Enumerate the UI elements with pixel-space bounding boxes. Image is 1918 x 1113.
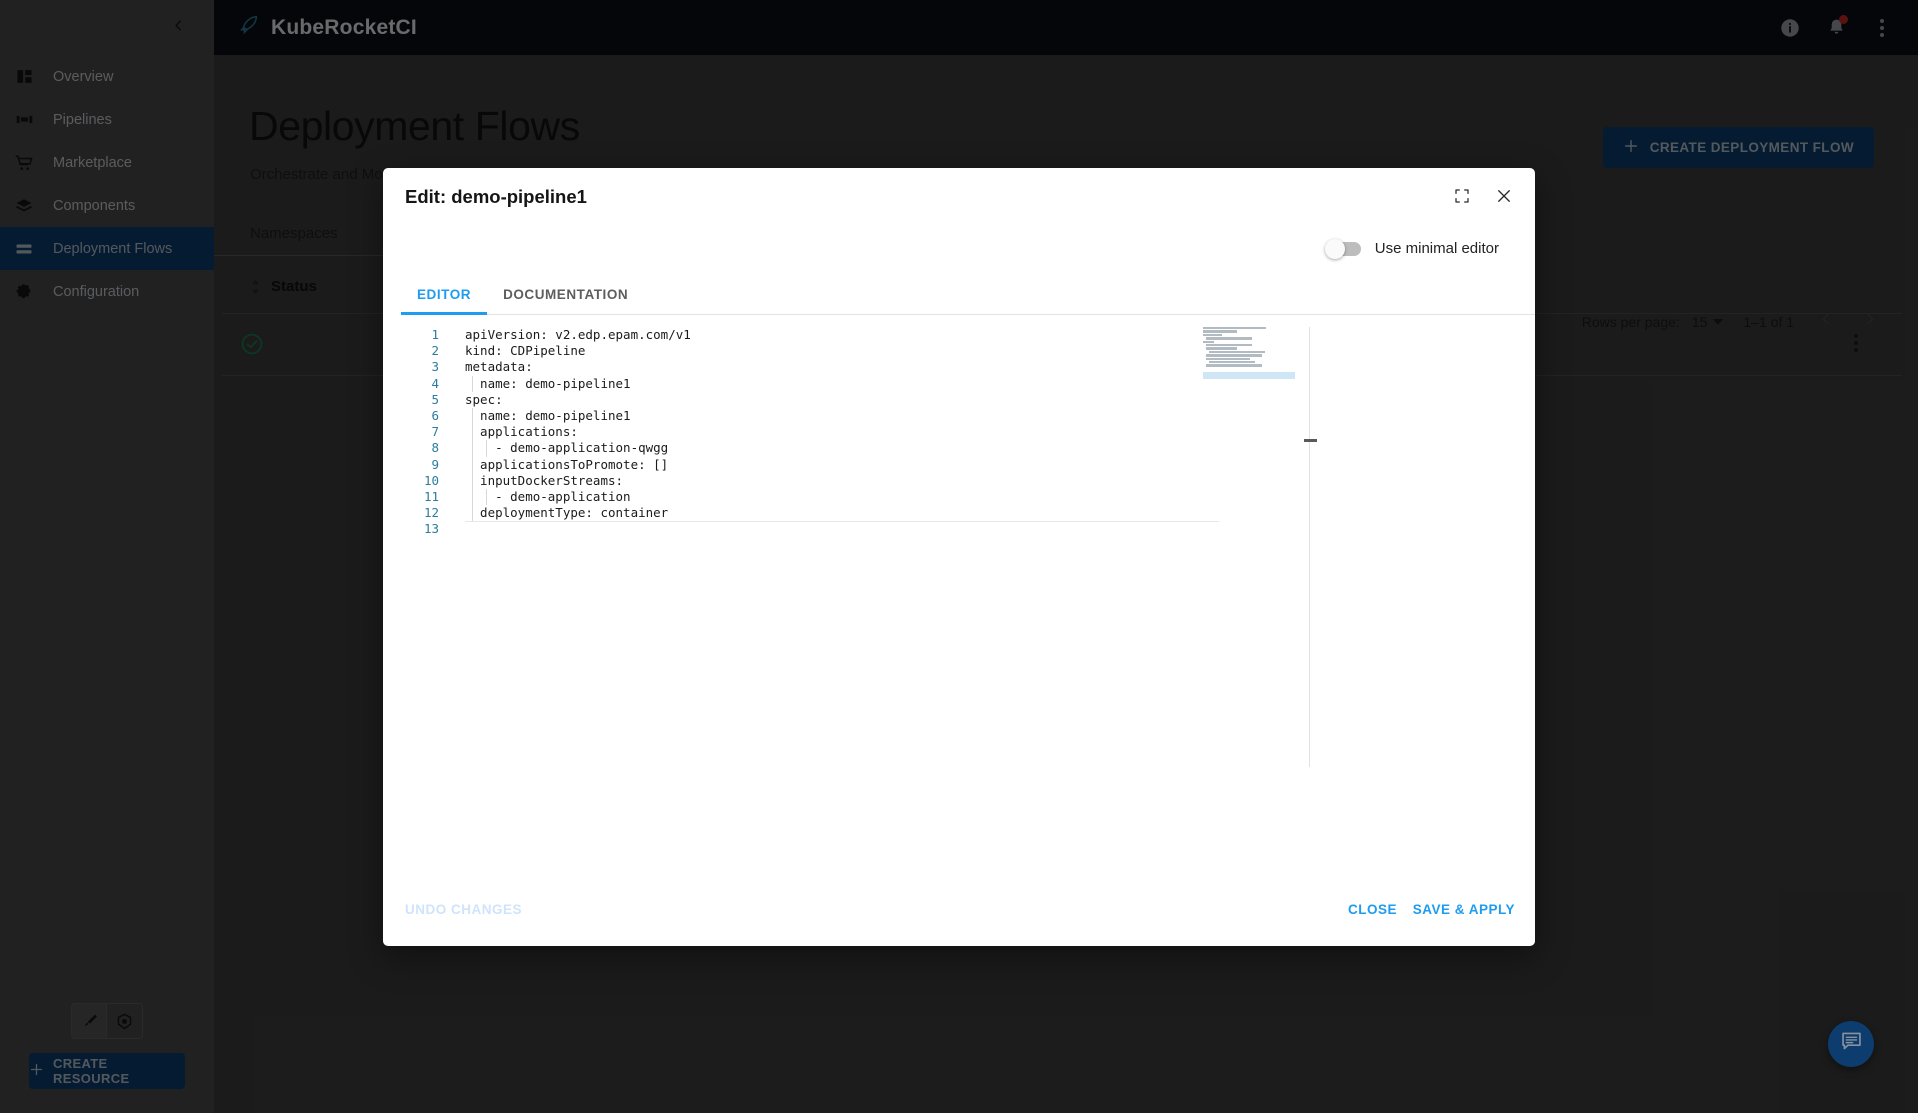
line-number: 10 [423, 472, 439, 488]
chat-icon [1840, 1030, 1863, 1058]
code-line: metadata: [465, 359, 533, 375]
code-editor[interactable]: 1 2 3 4 5 6 7 8 9 10 11 12 13 apiVersion: v2.edp.epa… [383, 315, 1535, 884]
minimap-line [1205, 343, 1252, 347]
minimap-viewport-highlight [1203, 372, 1295, 380]
line-number: 9 [431, 456, 439, 472]
code-line: name: demo-pipeline1 [465, 407, 631, 423]
code-line: - demo-application-qwgg [465, 440, 669, 456]
code-line: deploymentType: container [465, 505, 669, 521]
switch-knob [1324, 238, 1345, 259]
tab-documentation[interactable]: DOCUMENTATION [487, 279, 644, 314]
scrollbar-tick[interactable] [1304, 439, 1317, 442]
line-number: 5 [431, 391, 439, 407]
minimap-line [1205, 357, 1250, 360]
undo-changes-button[interactable]: UNDO CHANGES [405, 902, 522, 917]
dialog-header-actions [1451, 185, 1515, 207]
line-number: 11 [423, 488, 439, 504]
minimap-line [1208, 350, 1266, 354]
line-number: 6 [431, 407, 439, 423]
minimap-line [1205, 337, 1252, 340]
edit-pipeline-dialog: Edit: demo-pipeline1 Use minimal editor [383, 168, 1535, 946]
dialog-footer: UNDO CHANGES CLOSE SAVE & APPLY [383, 884, 1535, 946]
tab-editor[interactable]: EDITOR [401, 279, 488, 315]
code-line: - demo-application [465, 488, 631, 504]
dialog-header: Edit: demo-pipeline1 [383, 168, 1535, 230]
minimal-editor-switch[interactable] [1324, 238, 1361, 259]
minimap-line [1205, 364, 1263, 367]
minimap-line [1203, 340, 1214, 343]
minimap-line [1203, 330, 1237, 333]
indent-guide [472, 375, 473, 392]
line-number-gutter: 1 2 3 4 5 6 7 8 9 10 11 12 13 [403, 327, 451, 884]
indent-guide [472, 408, 473, 522]
indent-guide [486, 440, 487, 457]
minimap-line [1203, 333, 1222, 337]
close-button[interactable]: CLOSE [1348, 902, 1397, 917]
line-number: 7 [431, 424, 439, 440]
code-line: name: demo-pipeline1 [465, 375, 631, 391]
minimap-line [1205, 347, 1238, 350]
minimap-line [1208, 360, 1255, 364]
line-number: 12 [423, 505, 439, 521]
code-content[interactable]: apiVersion: v2.edp.epam.com/v1 kind: CDPi… [451, 327, 1515, 537]
code-line: applicationsToPromote: [] [465, 456, 669, 472]
indent-guide [486, 489, 487, 506]
line-number: 2 [431, 343, 439, 359]
minimal-editor-label: Use minimal editor [1374, 240, 1499, 257]
line-number: 1 [431, 327, 439, 342]
dialog-tabs: EDITOR DOCUMENTATION [401, 279, 1535, 315]
code-line: spec: [465, 391, 503, 407]
application-root: KubeRocketCI [0, 0, 1918, 1113]
code-line: inputDockerStreams: [465, 472, 624, 488]
minimap-border [1309, 327, 1310, 767]
minimal-editor-toggle-row: Use minimal editor [383, 230, 1535, 259]
minimap-line [1205, 354, 1263, 357]
code-line: applications: [465, 424, 578, 440]
dialog-title: Edit: demo-pipeline1 [405, 186, 587, 207]
editor-minimap[interactable] [1203, 327, 1295, 380]
current-line-underline [465, 521, 1219, 523]
save-and-apply-button[interactable]: SAVE & APPLY [1413, 902, 1515, 917]
minimap-line [1203, 327, 1266, 330]
fullscreen-icon[interactable] [1451, 185, 1473, 207]
line-number: 4 [431, 375, 439, 391]
line-number: 13 [423, 521, 439, 537]
close-icon[interactable] [1493, 185, 1515, 207]
chat-fab-button[interactable] [1828, 1021, 1874, 1067]
line-number: 3 [431, 359, 439, 375]
code-line: kind: CDPipeline [465, 343, 586, 359]
code-line: apiVersion: v2.edp.epam.com/v1 [465, 327, 691, 342]
line-number: 8 [431, 440, 439, 456]
